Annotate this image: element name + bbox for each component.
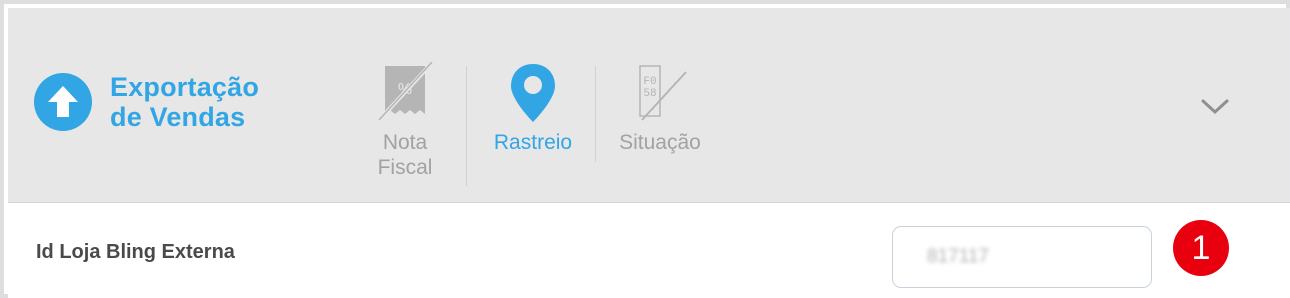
status-tag-icon: F0 58	[610, 62, 710, 130]
id-loja-input[interactable]: 817117	[892, 226, 1152, 288]
step-label-nota: Nota	[382, 131, 428, 154]
export-header: Exportação de Vendas % Nota Fiscal	[8, 8, 1290, 203]
svg-text:F0: F0	[643, 76, 656, 88]
step-rastreio[interactable]: Rastreio	[484, 62, 582, 155]
map-pin-icon	[484, 62, 582, 130]
step-label-situacao: Situação	[619, 131, 701, 154]
step-situacao[interactable]: F0 58 Situação	[610, 62, 710, 155]
svg-text:58: 58	[643, 88, 656, 100]
step-nota-fiscal[interactable]: % Nota Fiscal	[368, 62, 442, 180]
export-title-block: Exportação de Vendas	[34, 72, 259, 132]
page-title-line2: de Vendas	[110, 102, 246, 132]
screenshot-frame: Exportação de Vendas % Nota Fiscal	[0, 0, 1290, 298]
export-upload-icon	[34, 73, 92, 131]
annotation-badge: 1	[1173, 220, 1229, 276]
step-divider	[595, 66, 596, 162]
receipt-percent-icon: %	[368, 62, 442, 130]
step-label-rastreio: Rastreio	[493, 131, 573, 154]
step-label-fiscal: Fiscal	[377, 156, 433, 179]
page-title: Exportação de Vendas	[110, 72, 259, 132]
field-label: Id Loja Bling Externa	[36, 241, 235, 263]
chevron-down-icon[interactable]	[1200, 97, 1230, 117]
step-divider	[466, 66, 467, 186]
form-row: Id Loja Bling Externa 817117 1	[8, 203, 1290, 298]
page-title-line1: Exportação	[110, 72, 260, 102]
id-loja-value: 817117	[927, 246, 989, 267]
